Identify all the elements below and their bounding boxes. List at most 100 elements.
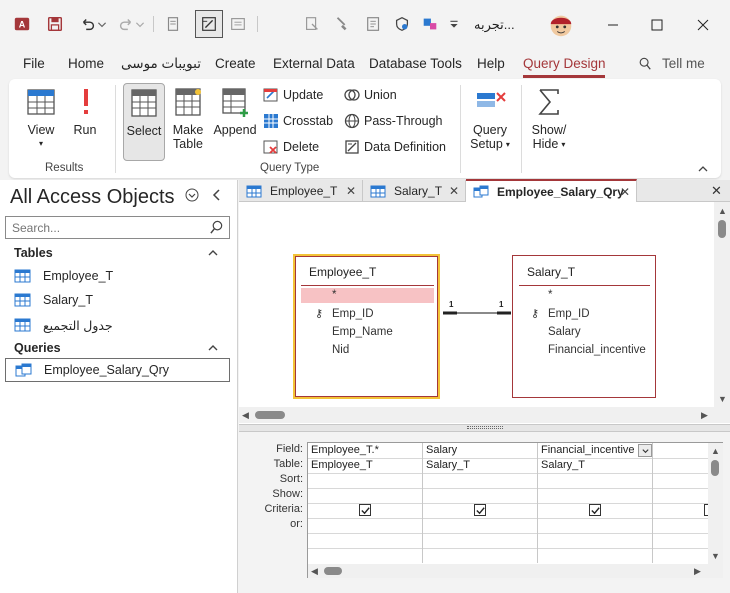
access-app-icon[interactable]: A xyxy=(10,12,34,36)
grid-field-cell[interactable]: Financial_incentive xyxy=(541,444,636,456)
relationships-icon[interactable] xyxy=(418,12,442,36)
tab-external-data[interactable]: External Data xyxy=(273,56,355,71)
minimize-icon[interactable] xyxy=(598,10,628,40)
show-hide-button[interactable]: Show/ Hide ▾ xyxy=(525,85,573,160)
nav-item-salary-t[interactable]: Salary_T xyxy=(14,289,93,311)
nav-item-employee-salary-qry[interactable]: Employee_Salary_Qry xyxy=(5,358,230,382)
table-icon xyxy=(246,185,262,197)
customize-toolbar-icon[interactable] xyxy=(444,12,464,36)
tab-help[interactable]: Help xyxy=(477,56,505,71)
salary-table-box[interactable]: Salary_T * ⚷ Emp_ID Salary Financial_inc… xyxy=(512,255,656,398)
show-checkbox[interactable] xyxy=(589,504,601,516)
close-tab-icon[interactable]: ✕ xyxy=(346,184,356,198)
grid-table-cell[interactable]: Salary_T xyxy=(541,459,585,471)
view-button[interactable]: View ▾ xyxy=(21,85,61,160)
scroll-left-icon[interactable]: ◀ xyxy=(242,410,249,421)
close-tab-icon[interactable]: ✕ xyxy=(449,184,459,198)
scroll-left-icon[interactable]: ◀ xyxy=(311,566,318,577)
table-field[interactable]: * xyxy=(548,289,552,301)
grid-vertical-scrollbar[interactable]: ▲ ▼ xyxy=(708,443,723,578)
shield-query-icon[interactable] xyxy=(390,12,414,36)
nav-search-input[interactable] xyxy=(5,216,230,239)
close-icon[interactable] xyxy=(688,10,718,40)
redo-dropdown-icon[interactable] xyxy=(134,12,146,36)
doc-tab-salary-t[interactable]: Salary_T ✕ xyxy=(363,180,466,202)
show-checkbox[interactable] xyxy=(474,504,486,516)
grid-horizontal-scrollbar[interactable]: ◀ ▶ xyxy=(308,564,708,578)
query-wizard-icon[interactable] xyxy=(300,12,324,36)
grid-table-cell[interactable]: Employee_T xyxy=(311,459,373,471)
make-table-button[interactable]: Make Table xyxy=(169,85,207,160)
employee-table-box[interactable]: Employee_T * ⚷ Emp_ID Emp_Name Nid xyxy=(293,254,440,399)
doc-tab-employee-t[interactable]: Employee_T ✕ xyxy=(239,180,363,202)
design-horizontal-scrollbar[interactable]: ◀ ▶ xyxy=(239,407,730,423)
delete-button[interactable]: Delete xyxy=(263,136,319,158)
table-field[interactable]: Nid xyxy=(332,344,349,356)
table-field[interactable]: Emp_ID xyxy=(548,308,590,320)
grid-field-cell[interactable]: Salary xyxy=(426,444,457,456)
scroll-thumb[interactable] xyxy=(255,411,285,419)
collapse-tables-icon[interactable] xyxy=(207,247,219,259)
collapse-queries-icon[interactable] xyxy=(207,342,219,354)
data-definition-button[interactable]: Data Definition xyxy=(344,136,446,158)
user-avatar-icon[interactable] xyxy=(546,10,576,40)
append-button[interactable]: Append xyxy=(211,85,259,160)
pass-through-button[interactable]: Pass-Through xyxy=(344,110,443,132)
scroll-up-icon[interactable]: ▲ xyxy=(711,446,720,456)
doc-tab-employee-salary-qry[interactable]: Employee_Salary_Qry ✕ xyxy=(466,179,637,202)
nav-group-queries[interactable]: Queries xyxy=(14,341,61,355)
show-checkbox[interactable] xyxy=(359,504,371,516)
scroll-thumb[interactable] xyxy=(718,220,726,238)
grid-table-cell[interactable]: Salary_T xyxy=(426,459,470,471)
run-button[interactable]: Run xyxy=(69,85,101,160)
tab-query-design[interactable]: Query Design xyxy=(523,56,606,71)
scroll-thumb[interactable] xyxy=(324,567,342,575)
pane-splitter[interactable] xyxy=(239,424,730,432)
table-field[interactable]: Emp_Name xyxy=(332,326,393,338)
crosstab-button[interactable]: Crosstab xyxy=(263,110,333,132)
search-icon[interactable] xyxy=(209,220,225,236)
undo-dropdown-icon[interactable] xyxy=(96,12,108,36)
query-setup-button[interactable]: Query Setup ▾ xyxy=(467,85,513,160)
collapse-nav-icon[interactable] xyxy=(210,188,224,202)
tab-custom[interactable]: تبويبات موسى xyxy=(121,56,201,72)
tab-home[interactable]: Home xyxy=(68,56,104,71)
close-tab-icon[interactable]: ✕ xyxy=(620,185,630,199)
data-definition-label: Data Definition xyxy=(364,140,446,154)
update-button[interactable]: Update xyxy=(263,84,323,106)
maximize-icon[interactable] xyxy=(642,10,672,40)
collapse-ribbon-icon[interactable] xyxy=(697,163,709,173)
tab-create[interactable]: Create xyxy=(215,56,256,71)
nav-group-tables[interactable]: Tables xyxy=(14,246,53,260)
table-field[interactable]: * xyxy=(332,289,336,301)
scroll-right-icon[interactable]: ▶ xyxy=(701,410,708,421)
close-all-tabs-icon[interactable]: ✕ xyxy=(711,183,722,199)
design-vertical-scrollbar[interactable]: ▲ ▼ xyxy=(714,202,730,423)
grid-column[interactable] xyxy=(653,443,713,563)
table-field[interactable]: Emp_ID xyxy=(332,308,374,320)
scroll-thumb[interactable] xyxy=(711,460,719,476)
design-view-icon[interactable] xyxy=(195,10,223,38)
scroll-down-icon[interactable]: ▼ xyxy=(711,551,720,561)
nav-menu-dropdown-icon[interactable] xyxy=(185,188,199,202)
union-button[interactable]: Union xyxy=(344,84,397,106)
format-painter-icon[interactable] xyxy=(330,12,354,36)
tab-file[interactable]: File xyxy=(23,56,45,71)
nav-pane-title[interactable]: All Access Objects xyxy=(10,186,175,209)
tab-database-tools[interactable]: Database Tools xyxy=(369,56,462,71)
scroll-right-icon[interactable]: ▶ xyxy=(694,566,701,577)
select-query-button[interactable]: Select xyxy=(123,83,165,161)
scroll-up-icon[interactable]: ▲ xyxy=(718,206,727,216)
tell-me-search[interactable]: Tell me xyxy=(638,56,705,71)
table-field[interactable]: Salary xyxy=(548,326,581,338)
nav-item-aggregation-table[interactable]: جدول التجميع xyxy=(14,314,113,336)
table-field[interactable]: Financial_incentive xyxy=(548,344,646,356)
properties-icon[interactable] xyxy=(362,12,386,36)
grid-field-cell[interactable]: Employee_T.* xyxy=(311,444,379,456)
print-preview-icon[interactable] xyxy=(161,12,185,36)
save-icon[interactable] xyxy=(43,12,67,36)
form-icon[interactable] xyxy=(226,12,250,36)
field-dropdown-icon[interactable] xyxy=(638,444,652,457)
scroll-down-icon[interactable]: ▼ xyxy=(718,394,727,404)
nav-item-employee-t[interactable]: Employee_T xyxy=(14,265,113,287)
